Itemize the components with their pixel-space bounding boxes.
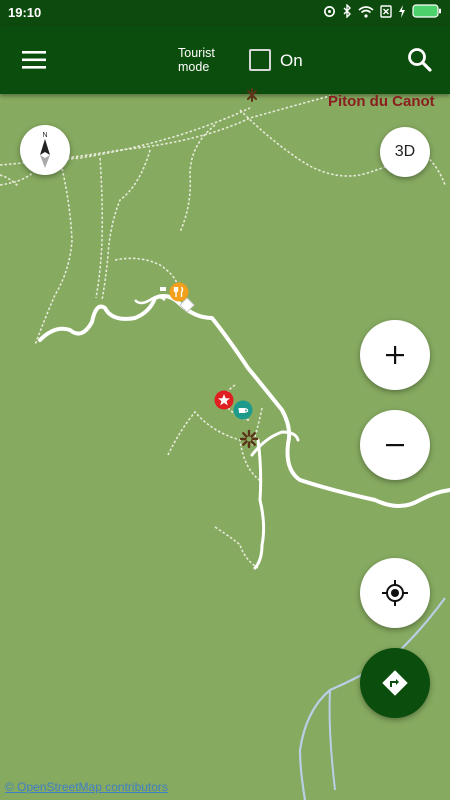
my-location-icon (382, 580, 408, 606)
tourist-mode-checkbox[interactable] (249, 49, 271, 71)
3d-button[interactable]: 3D (380, 127, 430, 177)
wifi-icon (358, 5, 374, 18)
menu-button[interactable] (14, 42, 54, 78)
compass-north-label: N (42, 132, 47, 139)
directions-icon (382, 670, 408, 696)
side-road (253, 438, 266, 570)
place-label: Piton du Canot (328, 93, 435, 110)
search-button[interactable] (404, 44, 436, 76)
my-location-button[interactable] (360, 558, 430, 628)
tourist-mode-label-line1: Tourist (178, 46, 215, 60)
sync-icon (324, 5, 335, 17)
restaurant-icon[interactable] (169, 282, 189, 302)
toolbar: Tourist mode On (0, 26, 450, 94)
tourist-mode-label-line2: mode (178, 60, 210, 74)
status-bar: 19:10 (0, 0, 450, 26)
menu-icon (22, 51, 46, 69)
zoom-out-button[interactable] (360, 410, 430, 480)
no-sim-icon (380, 4, 392, 18)
tourist-mode-label: Tourist mode (178, 46, 215, 74)
directions-button[interactable] (360, 648, 430, 718)
parking-marker-small (160, 287, 166, 291)
cafe-icon[interactable] (233, 400, 253, 420)
3d-button-label: 3D (394, 143, 416, 160)
zoom-out-icon (386, 444, 404, 447)
osm-attribution-link[interactable]: © OpenStreetMap contributors (5, 780, 168, 794)
compass-button[interactable]: N (20, 125, 70, 175)
compass-icon: N (40, 132, 50, 168)
bluetooth-icon (343, 4, 351, 18)
viewpoint-icon[interactable] (239, 429, 259, 449)
search-icon (408, 48, 432, 72)
charging-icon (399, 4, 405, 18)
zoom-in-icon (386, 346, 404, 364)
star-icon[interactable] (214, 390, 234, 410)
peak-marker-icon (247, 88, 257, 102)
status-icons (323, 4, 442, 18)
parking-road (134, 295, 166, 305)
status-time: 19:10 (8, 5, 42, 20)
river-branch (328, 689, 336, 791)
battery-icon (412, 4, 441, 18)
zoom-in-button[interactable] (360, 320, 430, 390)
tourist-mode-on-label: On (280, 51, 303, 70)
